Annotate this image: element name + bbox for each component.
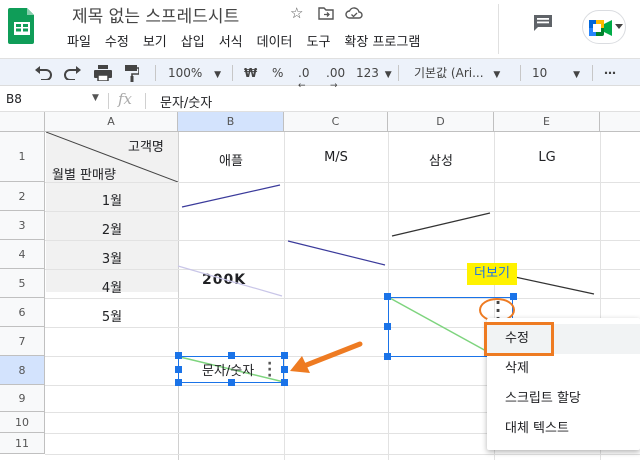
drawing-text-b8[interactable]: 문자/숫자 — [202, 360, 254, 379]
more-vert-icon[interactable]: ··· — [267, 357, 272, 383]
more-options-button[interactable]: ⋯ — [604, 63, 616, 83]
decrease-decimal-button[interactable]: .0 ← — [298, 63, 309, 91]
menu-bar: 파일 수정 보기 삽입 서식 데이터 도구 확장 프로그램 — [66, 30, 421, 52]
sheets-logo-icon[interactable] — [8, 6, 36, 44]
edit-highlight-box — [484, 322, 554, 356]
formula-divider — [145, 93, 146, 109]
header-divider — [498, 4, 499, 54]
menu-item-delete[interactable]: 삭제 — [487, 354, 640, 384]
formula-bar: B8 ▼ fx 문자/숫자 — [0, 90, 640, 112]
name-box-chevron-icon[interactable]: ▼ — [92, 93, 99, 103]
number-format-select[interactable]: 123 ▼ — [356, 63, 392, 85]
undo-icon[interactable] — [34, 66, 52, 80]
zoom-chevron-icon: ▼ — [214, 70, 222, 80]
print-icon[interactable] — [94, 65, 112, 81]
toolbar-separator — [232, 65, 233, 81]
percent-format-button[interactable]: % — [272, 63, 283, 83]
menu-view[interactable]: 보기 — [142, 30, 168, 52]
move-to-folder-icon[interactable] — [318, 6, 334, 20]
font-chevron-icon: ▼ — [493, 70, 501, 80]
currency-format-button[interactable]: ₩ — [244, 63, 257, 83]
menu-format[interactable]: 서식 — [218, 30, 244, 52]
font-size-value: 10 — [532, 66, 548, 80]
toolbar-separator — [398, 65, 399, 81]
more-tooltip: 더보기 — [467, 263, 517, 285]
toolbar-separator — [520, 65, 521, 81]
line-shape-d3[interactable] — [391, 212, 491, 237]
star-icon[interactable]: ☆ — [290, 4, 303, 22]
font-size-select[interactable]: 10 ▼ — [532, 63, 580, 85]
resize-handle[interactable] — [228, 352, 235, 359]
resize-handle[interactable] — [384, 353, 391, 360]
font-family-select[interactable]: 기본값 (Ari... ▼ — [414, 63, 500, 85]
title-bar: 제목 없는 스프레드시트 ☆ 파일 수정 보기 삽입 서식 데이터 도구 확장 … — [0, 0, 640, 56]
fx-icon: fx — [118, 90, 133, 108]
toolbar: 100% ▼ ₩ % .0 ← .00 → 123 ▼ 기본값 (Ari... ▼ … — [0, 58, 640, 91]
line-shape-b2[interactable] — [181, 184, 281, 208]
menu-tools[interactable]: 도구 — [306, 30, 332, 52]
toolbar-separator — [592, 65, 593, 81]
resize-handle[interactable] — [281, 379, 288, 386]
cloud-status-icon[interactable] — [345, 6, 363, 20]
redo-icon[interactable] — [64, 66, 82, 80]
meet-button[interactable] — [582, 10, 626, 44]
resize-handle[interactable] — [175, 352, 182, 359]
document-title[interactable]: 제목 없는 스프레드시트 — [72, 2, 239, 27]
increase-decimal-button[interactable]: .00 → — [326, 63, 345, 91]
context-menu: 수정 삭제 스크립트 할당 대체 텍스트 — [484, 318, 640, 450]
meet-camera-icon — [589, 20, 612, 36]
line-shape-b5[interactable] — [177, 265, 283, 297]
resize-handle[interactable] — [384, 293, 391, 300]
resize-handle[interactable] — [510, 293, 517, 300]
menu-file[interactable]: 파일 — [66, 30, 92, 52]
resize-handle[interactable] — [384, 323, 391, 330]
line-shape-c4[interactable] — [287, 240, 386, 266]
formula-input[interactable]: 문자/숫자 — [160, 92, 212, 111]
zoom-value: 100% — [168, 66, 203, 80]
menu-item-assign-script[interactable]: 스크립트 할당 — [487, 384, 640, 414]
resize-handle[interactable] — [175, 366, 182, 373]
resize-handle[interactable] — [175, 379, 182, 386]
toolbar-separator — [155, 65, 156, 81]
menu-insert[interactable]: 삽입 — [180, 30, 206, 52]
name-box[interactable]: B8 — [6, 92, 22, 106]
number-format-chevron-icon: ▼ — [384, 70, 392, 80]
menu-extensions[interactable]: 확장 프로그램 — [343, 30, 421, 52]
chevron-down-icon — [615, 24, 623, 29]
menu-edit[interactable]: 수정 — [104, 30, 130, 52]
comment-history-icon[interactable] — [532, 14, 554, 32]
font-size-chevron-icon: ▼ — [573, 70, 581, 80]
zoom-select[interactable]: 100% ▼ — [168, 63, 221, 85]
font-family-value: 기본값 (Ari... — [414, 66, 484, 80]
formula-divider — [108, 93, 109, 109]
number-format-label: 123 — [356, 66, 379, 80]
menu-item-alt-text[interactable]: 대체 텍스트 — [487, 414, 640, 444]
paint-format-icon[interactable] — [125, 65, 139, 82]
menu-data[interactable]: 데이터 — [256, 30, 294, 52]
cell-reference: B8 — [6, 92, 22, 106]
orange-arrow-annotation — [290, 341, 363, 373]
resize-handle[interactable] — [228, 379, 235, 386]
